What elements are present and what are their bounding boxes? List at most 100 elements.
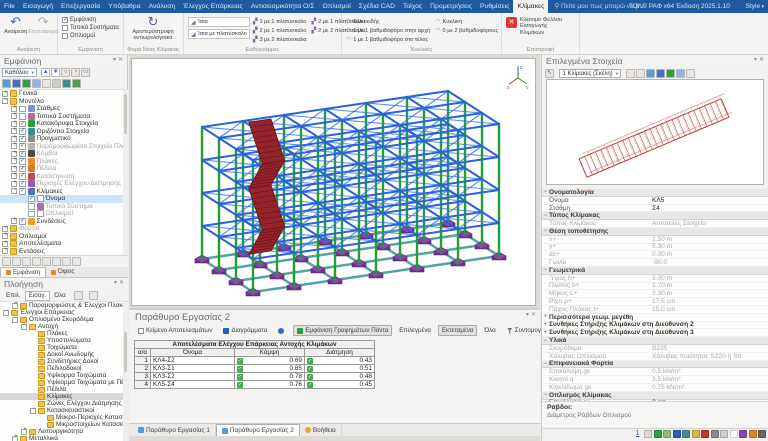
stair-direction-button[interactable]: ↻ Αριστερόστροφη αντιωρολογιακά: [128, 15, 178, 42]
status-page-number[interactable]: 1: [636, 430, 640, 437]
nav-tree-item[interactable]: Υψίκορμα Τοιχώματα: [0, 372, 128, 379]
menu-item[interactable]: Τοίχος: [399, 0, 426, 13]
mini-toolbar-icon[interactable]: [32, 257, 41, 266]
status-bar-icon[interactable]: [758, 430, 766, 438]
expander-icon[interactable]: [30, 408, 36, 414]
property-row[interactable]: Πάχος Πλάκας t+ 15.0 cm: [542, 306, 768, 314]
menu-item[interactable]: Κλίμακες: [513, 0, 548, 13]
property-value[interactable]: 3.00 m: [652, 275, 768, 282]
expander-icon[interactable]: [2, 91, 8, 97]
render-mode-icon[interactable]: [72, 79, 81, 88]
scrollbar[interactable]: [123, 302, 128, 441]
status-bar-icon[interactable]: [730, 430, 738, 438]
property-row[interactable]: x+ 2.50 m: [542, 236, 768, 244]
menu-item[interactable]: Υπόβαθρα: [104, 0, 144, 13]
selected-toolbar-icon[interactable]: [686, 69, 695, 78]
stair-name-cell[interactable]: ΚΛ4-Σ2: [151, 357, 235, 365]
mini-toolbar-icon[interactable]: [22, 257, 31, 266]
cursor-select-icon[interactable]: ↖: [545, 69, 554, 78]
property-row[interactable]: dz+ 0.00 m: [542, 251, 768, 259]
property-row[interactable]: Υλικά: [542, 337, 768, 345]
nav-tree-item[interactable]: Συνδετήριες Δοκοί: [0, 358, 128, 365]
property-row[interactable]: Μήκος L+ 3.30 m: [542, 290, 768, 298]
selected-toolbar-icon[interactable]: [626, 69, 635, 78]
straight-stair-type-button[interactable]: ◢ Ίσια με πλατύσκαλο: [188, 29, 250, 39]
display-filter-combobox[interactable]: Καθόλου: [2, 68, 37, 77]
expander-icon[interactable]: [11, 181, 17, 187]
circular-stair-item[interactable]: ◠ Ελικοειδής: [346, 17, 430, 26]
render-mode-icon[interactable]: [12, 79, 21, 88]
property-value[interactable]: 0.00 m: [652, 251, 768, 258]
nav-toolbar-icon[interactable]: [74, 291, 83, 300]
section-expander-icon[interactable]: [542, 361, 549, 367]
property-value[interactable]: -90.0: [652, 259, 768, 266]
selected-toolbar-icon[interactable]: [656, 69, 665, 78]
render-mode-icon[interactable]: [62, 79, 71, 88]
work-toolbar-button[interactable]: [274, 326, 290, 336]
status-bar-icon[interactable]: [663, 430, 671, 438]
status-bar-icon[interactable]: [673, 430, 681, 438]
property-row[interactable]: Όνομα ΚΛ5: [542, 197, 768, 205]
display-toolbar-icon[interactable]: ▲: [41, 68, 50, 77]
expander-icon[interactable]: [11, 136, 17, 142]
tree-item[interactable]: Οπλισμοί: [0, 233, 128, 241]
ribbon-checkbox[interactable]: Τοπικά Συστήματα: [62, 25, 119, 31]
filter-tab[interactable]: Επιλ.: [2, 291, 25, 301]
nav-tree-item[interactable]: Υψίκορμα Τοιχώματα με Πέδιλα: [0, 379, 128, 386]
stair-name-cell[interactable]: ΚΛ5-Σ4: [151, 381, 235, 389]
mini-toolbar-icon[interactable]: [72, 257, 81, 266]
work-toolbar-button[interactable]: Κείμενο Αποτελεσμάτων: [134, 325, 216, 336]
panel-tab[interactable]: Όψεις: [46, 267, 79, 277]
expander-icon[interactable]: [12, 317, 18, 323]
straight-stair-item[interactable]: ▞ 1 με 1 πλατύσκαλο: [253, 17, 307, 26]
property-row[interactable]: Περισσότερα γεωμ. μεγέθη: [542, 314, 768, 322]
mini-toolbar-icon[interactable]: [52, 257, 61, 266]
property-value[interactable]: Χάλυβας ποιότητας S220 ή StI: [652, 353, 768, 360]
status-bar-icon[interactable]: [720, 430, 728, 438]
status-bar-icon[interactable]: [701, 430, 709, 438]
close-stairs-sheet-button[interactable]: ✕ Κλείσιμο Φύλλου Εισαγωγής Κλιμάκων: [506, 15, 572, 36]
nav-tree-item[interactable]: Πλάκες: [0, 330, 128, 337]
straight-stair-type-button[interactable]: ◢ Ίσια: [188, 17, 250, 27]
circular-stair-item[interactable]: ◠ Κυκλική: [435, 17, 498, 26]
nav-tree-item[interactable]: Μεταλλικά: [0, 435, 128, 441]
expander-icon[interactable]: [2, 248, 8, 254]
property-row[interactable]: Ύψος h+ 3.00 m: [542, 275, 768, 283]
expander-icon[interactable]: [12, 436, 18, 441]
expander-icon[interactable]: [11, 151, 17, 157]
selected-toolbar-icon[interactable]: [646, 69, 655, 78]
table-row[interactable]: 2 ΚΛ3-Σ1 ✓0.85 ✓0.51: [135, 365, 375, 373]
display-toolbar-icon[interactable]: ▭: [81, 68, 90, 77]
tree-item[interactable]: Όνομα: [0, 195, 128, 203]
status-bar-icon[interactable]: [739, 430, 747, 438]
section-expander-icon[interactable]: [542, 213, 549, 219]
nav-tree-item[interactable]: Κλίμακες: [0, 393, 128, 400]
property-value[interactable]: ΚΛ5: [652, 197, 768, 204]
menu-item[interactable]: Επεξεργασία: [57, 0, 104, 13]
table-row[interactable]: 3 ΚΛ3-Σ2 ✓0.78 ✓0.48: [135, 373, 375, 381]
render-mode-icon[interactable]: [32, 79, 41, 88]
property-row[interactable]: Γωνία -90.0: [542, 259, 768, 267]
display-toolbar-icon[interactable]: ○: [61, 68, 70, 77]
table-row[interactable]: 4 ΚΛ5-Σ4 ✓0.76 ✓0.45: [135, 381, 375, 389]
render-mode-icon[interactable]: [2, 79, 11, 88]
nav-tree-item[interactable]: Λειτουργικότητα: [0, 428, 128, 435]
render-mode-icon[interactable]: [52, 79, 61, 88]
property-value[interactable]: 0.75 kN/m²: [652, 384, 768, 391]
nav-tree-item[interactable]: Έλεγχοι Επάρκειας: [0, 309, 128, 316]
section-expander-icon[interactable]: [542, 228, 549, 234]
render-mode-icon[interactable]: [42, 79, 51, 88]
property-row[interactable]: Στάθμη Σ4: [542, 205, 768, 213]
nav-tree-item[interactable]: Ζώνες Ελέγχου Διάτμησης: [0, 400, 128, 407]
nav-tree-item[interactable]: Δοκοί Ανωδομής: [0, 351, 128, 358]
mini-toolbar-icon[interactable]: [62, 257, 71, 266]
section-expander-icon[interactable]: [542, 267, 549, 273]
filter-tab[interactable]: Εισαγ.: [25, 291, 51, 301]
section-expander-icon[interactable]: [542, 392, 549, 398]
property-row[interactable]: Γεωμετρικά: [542, 267, 768, 275]
close-icon[interactable]: ✕: [759, 56, 766, 63]
property-row[interactable]: Ονοματολογία: [542, 189, 768, 197]
3d-viewport[interactable]: x y z: [131, 58, 536, 306]
property-row[interactable]: y+ 5.30 m: [542, 244, 768, 252]
status-bar-icon[interactable]: [644, 430, 652, 438]
